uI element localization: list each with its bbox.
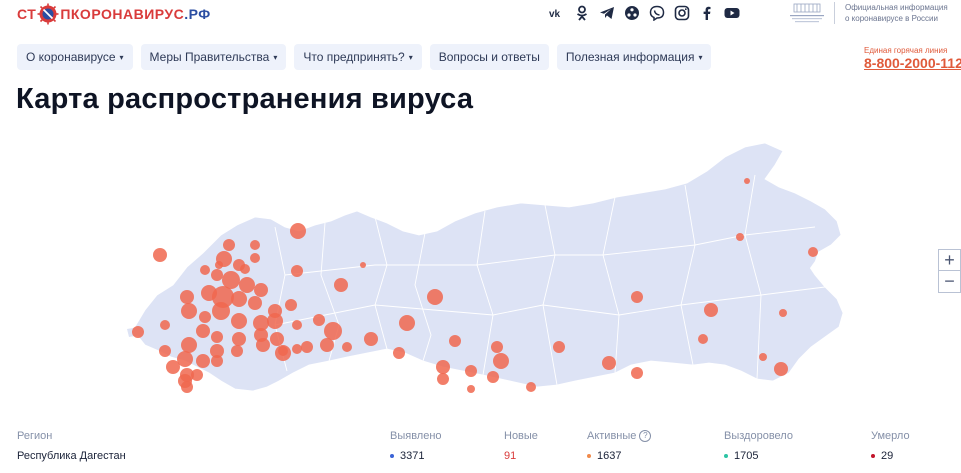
header-found[interactable]: Выявлено [390,430,442,442]
chevron-down-icon: ▾ [698,52,703,62]
official-info-text: Официальная информация о коронавирусе в … [845,3,948,23]
recovered-dot [724,454,728,458]
svg-text:vk: vk [549,9,561,20]
telegram-icon[interactable] [598,4,616,22]
site-header: СТ ПКОРОНАВИРУС.РФ vk Официальная информ… [0,0,961,30]
active-dot [587,454,591,458]
nav-what-to-do[interactable]: Что предпринять? ▾ [294,44,422,70]
hotline-phone-link[interactable]: 8-800-2000-112 [864,55,961,71]
row-died: 29 [871,450,893,462]
header-recovered[interactable]: Выздоровело [724,430,793,442]
zoom-out-button[interactable]: − [938,271,961,293]
site-logo[interactable]: СТ ПКОРОНАВИРУС.РФ [17,3,211,25]
help-icon[interactable]: ? [639,430,652,442]
government-emblem-icon[interactable] [786,2,828,26]
chevron-down-icon: ▾ [408,52,413,62]
header-died[interactable]: Умерло [871,430,910,442]
nav-about-coronavirus[interactable]: О коронавирусе ▾ [17,44,133,70]
chevron-down-icon: ▾ [119,52,124,62]
russia-map[interactable] [125,135,850,400]
chevron-down-icon: ▾ [273,52,278,62]
row-active: 1637 [587,450,621,462]
table-row[interactable]: Республика Дагестан 3371 91 1637 1705 29 [0,450,961,466]
youtube-icon[interactable] [723,4,741,22]
odnoklassniki-icon[interactable] [573,4,591,22]
header-divider [834,2,835,24]
vk-icon[interactable]: vk [548,4,566,22]
hotline-label: Единая горячая линия [864,46,948,55]
stats-table-header: Регион Выявлено Новые Активные ? Выздоро… [0,430,961,446]
share-icon[interactable] [623,4,641,22]
row-recovered: 1705 [724,450,758,462]
row-found: 3371 [390,450,424,462]
zoom-in-button[interactable]: + [938,249,961,271]
nav-useful-info[interactable]: Полезная информация ▾ [556,44,712,70]
facebook-icon[interactable] [698,4,716,22]
header-region[interactable]: Регион [17,430,52,442]
page-title: Карта распространения вируса [16,83,474,115]
died-dot [871,454,875,458]
hotline: Единая горячая линия 8-800-2000-112 [864,46,961,71]
instagram-icon[interactable] [673,4,691,22]
nav-questions-answers[interactable]: Вопросы и ответы [429,44,549,70]
virus-logo-icon [37,3,59,25]
row-region: Республика Дагестан [17,450,126,462]
main-navigation: О коронавирусе ▾ Меры Правительства ▾ Что … [17,44,712,70]
viber-icon[interactable] [648,4,666,22]
header-new[interactable]: Новые [504,430,538,442]
found-dot [390,454,394,458]
social-links: vk [548,4,741,22]
row-new: 91 [504,450,517,462]
map-zoom-controls: + − [938,249,961,293]
nav-government-measures[interactable]: Меры Правительства ▾ [140,44,287,70]
header-active[interactable]: Активные ? [587,430,652,442]
